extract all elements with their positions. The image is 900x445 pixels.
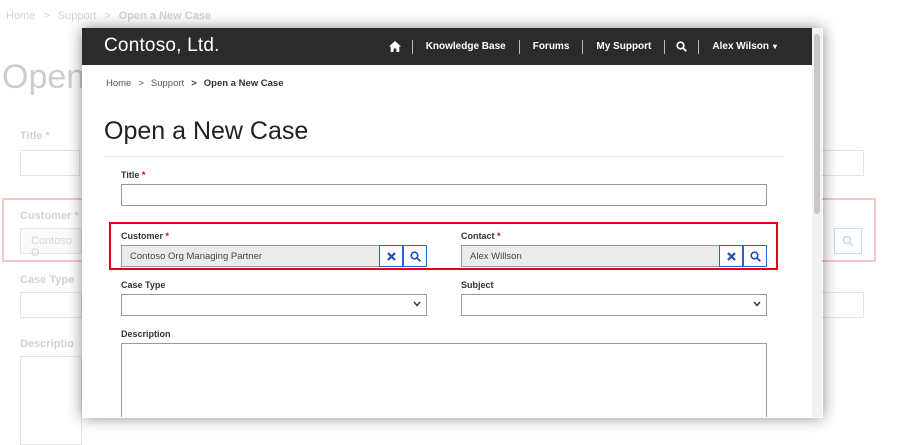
user-name: Alex Wilson xyxy=(712,41,769,52)
background-subject-input xyxy=(820,292,864,318)
breadcrumb-support[interactable]: Support xyxy=(151,78,184,89)
scrollbar[interactable] xyxy=(812,28,822,417)
subject-select[interactable] xyxy=(461,294,767,316)
background-description-input xyxy=(20,356,82,445)
subject-label: Subject xyxy=(461,280,494,290)
description-textarea[interactable] xyxy=(121,343,767,417)
background-title-input xyxy=(20,150,80,176)
breadcrumb-current: Open a New Case xyxy=(203,78,284,89)
background-case-type-input xyxy=(20,292,82,318)
top-navbar: Contoso, Ltd. Knowledge Base Forums My S… xyxy=(82,28,812,65)
nav-knowledge-base[interactable]: Knowledge Base xyxy=(413,40,519,54)
chevron-down-icon xyxy=(413,300,421,309)
background-breadcrumb-home: Home xyxy=(6,10,36,22)
nav-forums[interactable]: Forums xyxy=(520,40,583,54)
close-icon xyxy=(726,251,736,261)
background-breadcrumb: Home > Support > Open a New Case xyxy=(6,10,212,22)
nav-my-support[interactable]: My Support xyxy=(583,40,664,54)
description-label: Description xyxy=(121,329,171,339)
search-icon[interactable] xyxy=(665,40,698,54)
customer-lookup-button[interactable] xyxy=(403,245,427,267)
contact-lookup-input[interactable]: Alex Willson xyxy=(461,245,720,267)
breadcrumb-separator: > xyxy=(138,78,144,89)
breadcrumb: Home > Support > Open a New Case xyxy=(106,78,283,89)
user-menu[interactable]: Alex Wilson ▾ xyxy=(699,40,790,54)
close-icon xyxy=(386,251,396,261)
contact-label: Contact * xyxy=(461,231,501,241)
chevron-down-icon: ▾ xyxy=(772,42,777,51)
title-label: Title * xyxy=(121,170,146,180)
background-customer-label: Customer * xyxy=(20,210,79,222)
case-type-select[interactable] xyxy=(121,294,427,316)
home-icon[interactable] xyxy=(378,40,412,54)
background-title-label: Title * xyxy=(20,130,50,142)
customer-lookup-input[interactable]: Contoso Org Managing Partner xyxy=(121,245,380,267)
contact-clear-button[interactable] xyxy=(719,245,743,267)
modal-window: Contoso, Ltd. Knowledge Base Forums My S… xyxy=(82,28,822,417)
background-breadcrumb-current: Open a New Case xyxy=(118,10,212,22)
brand-logo[interactable]: Contoso, Ltd. xyxy=(104,35,220,57)
background-page-title: Open xyxy=(2,58,86,96)
title-divider xyxy=(104,156,784,157)
background-title-input-right xyxy=(820,150,864,176)
background-breadcrumb-support: Support xyxy=(57,10,97,22)
contact-lookup-button[interactable] xyxy=(743,245,767,267)
breadcrumb-home[interactable]: Home xyxy=(106,78,131,89)
nav-menu: Knowledge Base Forums My Support Alex Wi… xyxy=(378,28,790,65)
background-search-icon xyxy=(834,228,862,254)
chevron-down-icon xyxy=(753,300,761,309)
background-customer-input: Contoso O xyxy=(20,228,82,259)
page-title: Open a New Case xyxy=(104,117,309,145)
scrollbar-thumb[interactable] xyxy=(814,34,820,214)
background-case-type-label: Case Type xyxy=(20,274,75,286)
search-icon xyxy=(409,250,421,262)
background-description-label: Descriptio xyxy=(20,338,74,350)
title-input[interactable] xyxy=(121,184,767,206)
customer-clear-button[interactable] xyxy=(379,245,403,267)
customer-label: Customer * xyxy=(121,231,170,241)
search-icon xyxy=(749,250,761,262)
breadcrumb-separator: > xyxy=(191,78,197,89)
case-type-label: Case Type xyxy=(121,280,166,290)
